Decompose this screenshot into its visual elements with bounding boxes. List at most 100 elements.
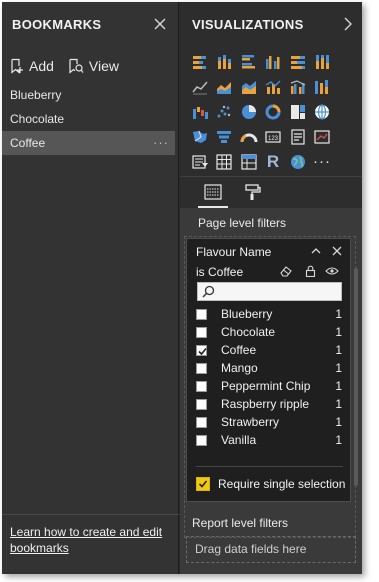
waterfall-chart-icon[interactable] <box>188 100 211 123</box>
eraser-icon[interactable] <box>279 265 293 280</box>
fields-tab[interactable] <box>198 180 228 208</box>
clustered-bar-chart-icon[interactable] <box>237 50 260 73</box>
slicer-icon[interactable] <box>188 150 211 173</box>
checkbox-checked[interactable] <box>196 344 207 356</box>
link-line-1: Learn how to create and edit <box>10 525 163 539</box>
filters-scrollbar[interactable] <box>354 268 358 486</box>
100pct-stacked-column-chart-icon[interactable] <box>311 50 334 73</box>
multi-row-card-icon[interactable] <box>286 125 309 148</box>
kpi-icon[interactable] <box>311 125 334 148</box>
filter-values-list: Blueberry 1 Chocolate 1 Coffee 1 Mango 1 Pep… <box>196 305 346 449</box>
checkmark-icon <box>198 480 208 488</box>
report-level-filters-label: Report level filters <box>192 516 289 530</box>
report-filter-drop-zone[interactable]: Drag data fields here <box>186 536 356 563</box>
svg-text:123: 123 <box>268 136 279 142</box>
value-count: 1 <box>335 397 342 411</box>
more-glyph: ··· <box>313 153 331 170</box>
page-level-filters-label: Page level filters <box>198 216 287 230</box>
filter-value-row[interactable]: Blueberry 1 <box>196 305 346 323</box>
more-options-icon[interactable]: ··· <box>153 131 169 155</box>
fields-icon <box>204 184 222 200</box>
checkbox[interactable] <box>196 326 207 338</box>
stacked-column-chart-icon[interactable] <box>213 50 236 73</box>
r-visual-icon[interactable]: R <box>262 150 285 173</box>
add-bookmark-button[interactable]: Add <box>10 58 54 74</box>
line-and-stacked-column-icon[interactable] <box>262 75 285 98</box>
matrix-icon[interactable] <box>237 150 260 173</box>
stacked-area-chart-icon[interactable] <box>237 75 260 98</box>
value-count: 1 <box>335 361 342 375</box>
pie-chart-icon[interactable] <box>237 100 260 123</box>
eye-icon[interactable] <box>325 265 339 280</box>
gallery-row <box>188 100 358 125</box>
learn-bookmarks-link[interactable]: Learn how to create and edit bookmarks <box>10 524 171 556</box>
filter-value-row[interactable]: Strawberry 1 <box>196 413 346 431</box>
bookmark-label: Chocolate <box>10 112 65 126</box>
view-bookmarks-button[interactable]: View <box>68 58 119 74</box>
search-icon <box>202 285 215 298</box>
view-label: View <box>88 58 120 74</box>
remove-filter-icon[interactable] <box>331 245 343 260</box>
lock-icon[interactable] <box>305 265 316 280</box>
checkbox[interactable] <box>196 434 207 446</box>
filled-map-icon[interactable] <box>188 125 211 148</box>
paint-roller-icon <box>245 184 261 200</box>
bookmark-actions: Add View <box>10 55 133 77</box>
require-single-selection-checkbox[interactable] <box>196 477 210 491</box>
power-bi-side-panes: BOOKMARKS Add View Blueberry Chocolate C… <box>2 2 362 574</box>
checkbox[interactable] <box>196 308 207 320</box>
format-tab[interactable] <box>240 180 266 204</box>
globe-icon[interactable] <box>286 150 309 173</box>
checkbox[interactable] <box>196 416 207 428</box>
filter-value-row[interactable]: Coffee 1 <box>196 341 346 359</box>
donut-chart-icon[interactable] <box>262 100 285 123</box>
visual-type-gallery: 123 R ··· <box>188 50 358 175</box>
area-chart-icon[interactable] <box>213 75 236 98</box>
filter-value-row[interactable]: Raspberry ripple 1 <box>196 395 346 413</box>
r-glyph: R <box>266 151 280 171</box>
filter-value-row[interactable]: Mango 1 <box>196 359 346 377</box>
checkbox[interactable] <box>196 362 207 374</box>
filter-condition: is Coffee <box>196 265 244 279</box>
visualizations-pane: VISUALIZATIONS 123 R ··· Page level filt… <box>180 2 362 574</box>
filter-field-name: Flavour Name <box>196 245 272 259</box>
value-name: Blueberry <box>221 307 273 321</box>
bookmark-item-coffee[interactable]: Coffee ··· <box>2 131 175 155</box>
funnel-icon[interactable] <box>213 125 236 148</box>
chevron-up-icon[interactable] <box>310 245 322 260</box>
clustered-column-chart-icon[interactable] <box>262 50 285 73</box>
checkbox[interactable] <box>196 380 207 392</box>
ribbon-chart-icon[interactable] <box>311 75 334 98</box>
card-icon[interactable]: 123 <box>262 125 285 148</box>
table-icon[interactable] <box>213 150 236 173</box>
bookmark-item-blueberry[interactable]: Blueberry <box>2 83 179 107</box>
bookmark-list: Blueberry Chocolate Coffee ··· <box>2 83 179 155</box>
close-icon[interactable] <box>152 16 168 32</box>
map-icon[interactable] <box>311 100 334 123</box>
filter-value-row[interactable]: Chocolate 1 <box>196 323 346 341</box>
filter-card-flavour-name: Flavour Name is Coffee Blueberry 1 Chocol… <box>186 238 351 502</box>
line-and-clustered-column-icon[interactable] <box>286 75 309 98</box>
bookmarks-title: BOOKMARKS <box>12 17 102 32</box>
line-chart-icon[interactable] <box>188 75 211 98</box>
checkbox[interactable] <box>196 398 207 410</box>
value-name: Peppermint Chip <box>221 379 311 393</box>
chevron-right-icon[interactable] <box>342 16 354 32</box>
require-single-selection-toggle[interactable]: Require single selection <box>196 477 345 491</box>
treemap-icon[interactable] <box>286 100 309 123</box>
gauge-icon[interactable] <box>237 125 260 148</box>
bookmarks-pane: BOOKMARKS Add View Blueberry Chocolate C… <box>2 2 179 574</box>
more-visuals-icon[interactable]: ··· <box>311 150 334 173</box>
gallery-row: 123 <box>188 125 358 150</box>
bookmark-item-chocolate[interactable]: Chocolate <box>2 107 179 131</box>
value-name: Mango <box>221 361 258 375</box>
100pct-stacked-bar-chart-icon[interactable] <box>286 50 309 73</box>
stacked-bar-chart-icon[interactable] <box>188 50 211 73</box>
value-name: Raspberry ripple <box>221 397 310 411</box>
filter-search-input[interactable] <box>197 282 342 301</box>
filter-value-row[interactable]: Vanilla 1 <box>196 431 346 449</box>
value-count: 1 <box>335 379 342 393</box>
scatter-chart-icon[interactable] <box>213 100 236 123</box>
bookmark-view-icon <box>69 58 84 74</box>
filter-value-row[interactable]: Peppermint Chip 1 <box>196 377 346 395</box>
